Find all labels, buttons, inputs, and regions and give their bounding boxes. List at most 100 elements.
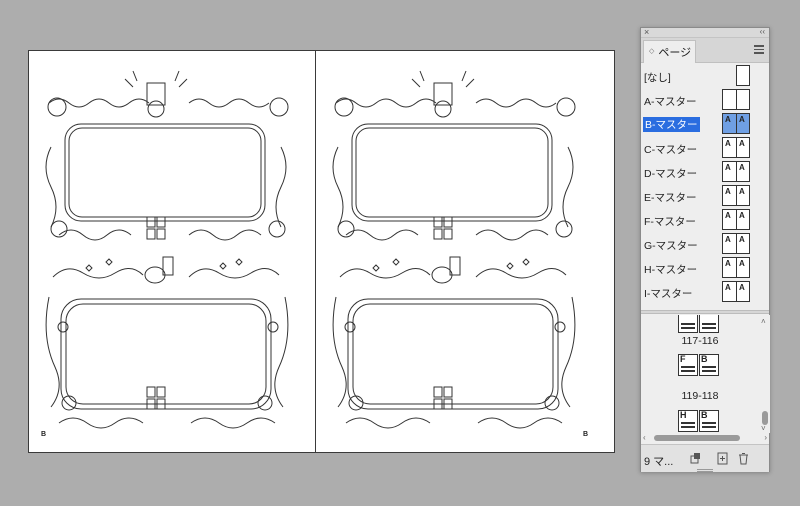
scroll-thumb[interactable] bbox=[654, 435, 740, 441]
master-thumbnail: A A bbox=[722, 209, 750, 230]
left-page[interactable]: B bbox=[29, 51, 315, 452]
master-item-i[interactable]: I-マスター A A bbox=[641, 281, 756, 305]
master-label: [なし] bbox=[644, 72, 671, 84]
bottom-mascot bbox=[85, 256, 243, 284]
document-spread[interactable]: B B bbox=[28, 50, 615, 453]
master-item-b[interactable]: B-マスター A A bbox=[641, 113, 756, 137]
page-master-letter: B bbox=[701, 410, 708, 420]
master-thumbnail: A A bbox=[722, 281, 750, 302]
panel-tab-bar: ◇ ページ bbox=[641, 38, 769, 63]
master-item-f[interactable]: F-マスター A A bbox=[641, 209, 756, 233]
top-mascot bbox=[124, 70, 188, 118]
scroll-up-icon[interactable]: ˄ bbox=[761, 317, 766, 326]
scroll-down-icon[interactable]: ˅ bbox=[761, 424, 766, 433]
master-item-c[interactable]: C-マスター A A bbox=[641, 137, 756, 161]
master-thumbnail: A A bbox=[722, 161, 750, 182]
panel-menu-icon[interactable] bbox=[754, 45, 764, 54]
thumb-letter: A bbox=[739, 115, 745, 124]
master-thumbnail: A A bbox=[722, 185, 750, 206]
edit-page-size-icon[interactable] bbox=[689, 452, 702, 465]
scroll-thumb[interactable] bbox=[762, 411, 768, 425]
new-page-icon[interactable] bbox=[716, 452, 729, 465]
thumb-letter: A bbox=[725, 211, 731, 220]
thumb-letter: A bbox=[725, 187, 731, 196]
panel-resize-grip[interactable] bbox=[697, 469, 713, 472]
thumb-letter: A bbox=[725, 235, 731, 244]
page-thumbnail[interactable] bbox=[699, 315, 719, 333]
panel-splitter[interactable] bbox=[641, 310, 769, 314]
thumb-letter: A bbox=[739, 139, 745, 148]
bottom-logo-stamp bbox=[433, 386, 453, 410]
top-frame bbox=[332, 97, 576, 241]
top-logo-stamp bbox=[433, 216, 453, 240]
bottom-mascot bbox=[372, 256, 530, 284]
page-thumbnail[interactable]: B bbox=[699, 410, 719, 432]
bottom-frame bbox=[45, 268, 289, 429]
page-thumbnail[interactable]: B bbox=[699, 354, 719, 376]
thumb-letter: A bbox=[739, 163, 745, 172]
top-mascot bbox=[411, 70, 475, 118]
master-thumbnail bbox=[722, 89, 750, 110]
page-master-letter: F bbox=[680, 354, 686, 364]
page-master-letter: H bbox=[680, 410, 687, 420]
pages-panel: × ‹‹ ◇ ページ [なし] A-マスター B-マスター A A C-マスター… bbox=[640, 27, 770, 472]
master-label: D-マスター bbox=[644, 168, 698, 180]
master-item-g[interactable]: G-マスター A A bbox=[641, 233, 756, 257]
master-label: G-マスター bbox=[644, 240, 698, 252]
page-thumbnail[interactable] bbox=[678, 315, 698, 333]
master-item-d[interactable]: D-マスター A A bbox=[641, 161, 756, 185]
thumb-letter: A bbox=[725, 163, 731, 172]
master-label: H-マスター bbox=[644, 264, 698, 276]
master-item-h[interactable]: H-マスター A A bbox=[641, 257, 756, 281]
master-label: I-マスター bbox=[644, 288, 693, 300]
master-label: B-マスター bbox=[643, 117, 700, 132]
pages-list: 117-116 F B 119-118 H B bbox=[641, 315, 759, 433]
spread-label: 119-118 bbox=[681, 390, 719, 402]
bottom-frame bbox=[332, 268, 576, 429]
master-thumbnail bbox=[736, 65, 750, 86]
bottom-logo-stamp bbox=[146, 386, 166, 410]
collapse-icon[interactable]: ‹‹ bbox=[760, 27, 765, 37]
tab-arrows-icon: ◇ bbox=[649, 48, 655, 55]
top-frame bbox=[45, 97, 289, 241]
scroll-left-icon[interactable]: ‹ bbox=[643, 433, 646, 442]
thumb-letter: A bbox=[725, 139, 731, 148]
master-label: C-マスター bbox=[644, 144, 698, 156]
pages-horizontal-scrollbar[interactable]: ‹ › bbox=[641, 433, 769, 443]
pages-vertical-scrollbar[interactable]: ˄ ˅ bbox=[759, 315, 770, 433]
master-thumbnail: A A bbox=[722, 137, 750, 158]
panel-footer: 9 マ... bbox=[641, 444, 769, 472]
master-item-none[interactable]: [なし] bbox=[641, 65, 756, 89]
scroll-right-icon[interactable]: › bbox=[764, 433, 767, 442]
tab-pages-label: ページ bbox=[658, 47, 692, 59]
master-thumbnail: A A bbox=[722, 257, 750, 278]
master-label: A-マスター bbox=[644, 96, 697, 108]
thumb-letter: A bbox=[739, 211, 745, 220]
master-item-a[interactable]: A-マスター bbox=[641, 89, 756, 113]
master-label: E-マスター bbox=[644, 192, 697, 204]
masters-list: [なし] A-マスター B-マスター A A C-マスター A A D-マスター… bbox=[641, 63, 769, 311]
right-page[interactable]: B bbox=[316, 51, 602, 452]
page-master-letter: B bbox=[701, 354, 708, 364]
close-icon[interactable]: × bbox=[644, 27, 649, 37]
thumb-content bbox=[702, 422, 716, 428]
page-thumbnail[interactable]: H bbox=[678, 410, 698, 432]
page-letter: B bbox=[41, 431, 47, 438]
right-page-artwork bbox=[332, 70, 576, 429]
tab-pages[interactable]: ◇ ページ bbox=[643, 40, 696, 63]
thumb-content bbox=[681, 323, 695, 329]
master-thumbnail: A A bbox=[722, 113, 750, 134]
trash-icon[interactable] bbox=[737, 452, 750, 465]
master-item-e[interactable]: E-マスター A A bbox=[641, 185, 756, 209]
thumb-letter: A bbox=[739, 235, 745, 244]
thumb-letter: A bbox=[739, 187, 745, 196]
spread-label: 117-116 bbox=[681, 335, 719, 347]
master-label: F-マスター bbox=[644, 216, 696, 228]
top-logo-stamp bbox=[146, 216, 166, 240]
thumb-letter: A bbox=[725, 115, 731, 124]
panel-titlebar[interactable]: × ‹‹ bbox=[641, 27, 769, 38]
page-thumbnail[interactable]: F bbox=[678, 354, 698, 376]
thumb-content bbox=[702, 323, 716, 329]
thumb-content bbox=[681, 422, 695, 428]
thumb-content bbox=[702, 366, 716, 372]
